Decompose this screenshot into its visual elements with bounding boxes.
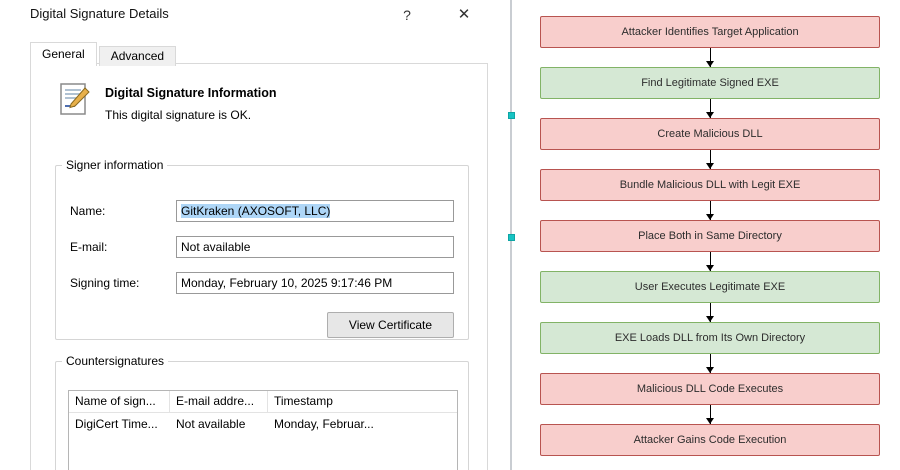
digital-signature-dialog: Digital Signature Details ? ✕ General Ad… <box>0 0 491 470</box>
countersignatures-legend: Countersignatures <box>62 354 168 368</box>
name-label: Name: <box>70 204 105 218</box>
col-timestamp[interactable]: Timestamp <box>268 391 457 412</box>
tab-general[interactable]: General <box>30 42 97 66</box>
flow-step-5: Place Both in Same Directory <box>540 220 880 252</box>
table-row[interactable]: DigiCert Time... Not available Monday, F… <box>69 413 457 435</box>
email-label: E-mail: <box>70 240 107 254</box>
signature-info-heading: Digital Signature Information <box>105 86 277 100</box>
down-arrow-icon <box>710 99 711 118</box>
selection-handle <box>508 112 515 119</box>
col-email-address[interactable]: E-mail addre... <box>170 391 268 412</box>
signing-time-field[interactable]: Monday, February 10, 2025 9:17:46 PM <box>176 272 454 294</box>
signature-status-text: This digital signature is OK. <box>105 108 251 122</box>
signature-certificate-icon <box>57 82 93 118</box>
close-button[interactable]: ✕ <box>451 4 477 26</box>
selection-handle <box>508 234 515 241</box>
down-arrow-icon <box>710 303 711 322</box>
signer-information-legend: Signer information <box>62 158 167 172</box>
dialog-title: Digital Signature Details <box>30 6 169 21</box>
tab-strip: General Advanced <box>30 42 178 66</box>
down-arrow-icon <box>710 405 711 424</box>
help-button[interactable]: ? <box>394 4 420 26</box>
down-arrow-icon <box>710 201 711 220</box>
flow-step-8: Malicious DLL Code Executes <box>540 373 880 405</box>
tab-advanced[interactable]: Advanced <box>99 46 176 66</box>
email-field[interactable]: Not available <box>176 236 454 258</box>
signer-information-group: Signer information Name: GitKraken (AXOS… <box>55 158 469 340</box>
down-arrow-icon <box>710 252 711 271</box>
dialog-titlebar: Digital Signature Details ? ✕ <box>0 0 491 30</box>
down-arrow-icon <box>710 48 711 67</box>
flow-step-7: EXE Loads DLL from Its Own Directory <box>540 322 880 354</box>
view-certificate-button[interactable]: View Certificate <box>327 312 454 338</box>
col-name-of-signer[interactable]: Name of sign... <box>69 391 170 412</box>
countersignatures-table[interactable]: Name of sign... E-mail addre... Timestam… <box>68 390 458 470</box>
signing-time-field-value: Monday, February 10, 2025 9:17:46 PM <box>181 276 392 290</box>
countersignatures-group: Countersignatures Name of sign... E-mail… <box>55 354 469 470</box>
flow-step-6: User Executes Legitimate EXE <box>540 271 880 303</box>
cell-signer-name: DigiCert Time... <box>69 413 170 435</box>
flow-step-1: Attacker Identifies Target Application <box>540 16 880 48</box>
name-field[interactable]: GitKraken (AXOSOFT, LLC) <box>176 200 454 222</box>
tab-page-general: Digital Signature Information This digit… <box>30 63 488 470</box>
flow-step-4: Bundle Malicious DLL with Legit EXE <box>540 169 880 201</box>
signing-time-label: Signing time: <box>70 276 139 290</box>
attack-flowchart: Attacker Identifies Target Application F… <box>540 16 880 456</box>
cell-signer-email: Not available <box>170 413 268 435</box>
email-field-value: Not available <box>181 240 250 254</box>
flow-step-9: Attacker Gains Code Execution <box>540 424 880 456</box>
name-field-value: GitKraken (AXOSOFT, LLC) <box>181 204 330 218</box>
down-arrow-icon <box>710 354 711 373</box>
down-arrow-icon <box>710 150 711 169</box>
cell-signer-timestamp: Monday, Februar... <box>268 413 457 435</box>
countersignatures-header-row: Name of sign... E-mail addre... Timestam… <box>69 391 457 413</box>
flow-step-3: Create Malicious DLL <box>540 118 880 150</box>
flow-step-2: Find Legitimate Signed EXE <box>540 67 880 99</box>
